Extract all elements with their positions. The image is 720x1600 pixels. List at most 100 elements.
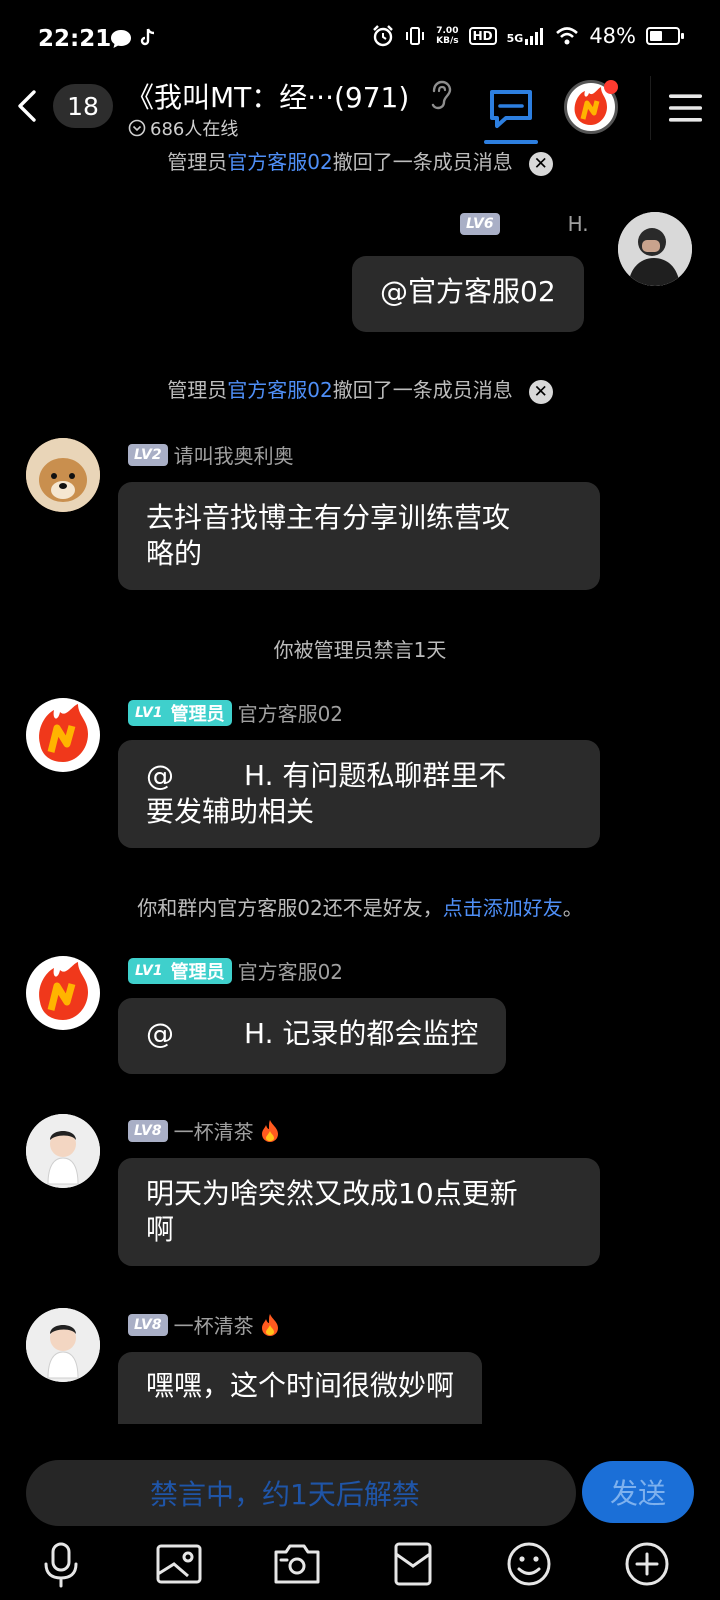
message-meta: LV1 管理员 官方客服02 xyxy=(128,698,343,727)
level-badge: LV2 xyxy=(128,443,168,466)
system-message-recall-2: 管理员官方客服02撤回了一条成员消息 ✕ xyxy=(0,374,720,404)
message-text-line: 啊 xyxy=(146,1213,175,1246)
admin-role-tag: LV1 管理员 xyxy=(128,699,232,726)
active-tab-indicator xyxy=(484,140,538,144)
level-badge: LV6 xyxy=(460,213,500,235)
sender-name[interactable]: 官方客服02 xyxy=(238,956,343,985)
microphone-icon[interactable] xyxy=(36,1540,86,1588)
system-message-friend: 你和群内官方客服02还不是好友，点击添加好友。 xyxy=(0,892,720,921)
n-flame-logo-icon xyxy=(39,704,88,762)
sender-name[interactable]: 官方客服02 xyxy=(238,698,343,727)
avatar-photo-icon xyxy=(618,212,692,286)
alarm-icon xyxy=(373,25,393,47)
message-bubble[interactable]: @ H. 记录的都会监控 xyxy=(118,998,507,1074)
sys-prefix: 管理员 xyxy=(167,378,228,402)
ear-icon[interactable] xyxy=(430,80,452,110)
fire-icon xyxy=(261,1119,278,1142)
message-bubble[interactable]: @ H. 有问题私聊群里不 要发辅助相关 xyxy=(118,740,600,848)
red-envelope-icon[interactable] xyxy=(388,1540,438,1588)
message-bubble[interactable]: 去抖音找博主有分享训练营攻 略的 xyxy=(118,482,600,590)
sender-name[interactable]: 一杯清茶 xyxy=(174,1310,254,1339)
add-friend-link[interactable]: 点击添加好友 xyxy=(443,896,563,920)
system-message-mute: 你被管理员禁言1天 xyxy=(273,638,447,662)
sender-avatar[interactable] xyxy=(26,1114,100,1188)
message-notification-icon xyxy=(111,30,131,48)
muted-input-field[interactable]: 禁言中，约1天后解禁 xyxy=(26,1460,576,1526)
bottom-toolbar xyxy=(0,1540,720,1600)
system-message-recall-1: 管理员官方客服02撤回了一条成员消息 ✕ xyxy=(0,146,720,176)
message-text-line: @ H. 有问题私聊群里不 xyxy=(146,758,572,794)
online-count-row[interactable]: 686人在线 xyxy=(128,115,238,141)
chat-tab[interactable] xyxy=(484,82,538,144)
message-text-line: 要发辅助相关 xyxy=(146,795,315,828)
chat-header: 18 《我叫MT：经···(971) 686人在线 xyxy=(0,70,720,150)
plus-icon[interactable] xyxy=(622,1540,672,1588)
network-type: 5G xyxy=(506,32,524,45)
unread-count-badge[interactable]: 18 xyxy=(53,84,113,128)
message-bubble[interactable]: 嘿嘿，这个时间很微妙啊 xyxy=(118,1352,483,1424)
role-label: 管理员 xyxy=(170,961,225,983)
message-text: H. 有问题私聊群里不 xyxy=(244,759,507,792)
close-icon[interactable]: ✕ xyxy=(528,151,553,176)
admin-name-link[interactable]: 官方客服02 xyxy=(227,150,332,174)
sys-suffix: 撤回了一条成员消息 xyxy=(332,378,513,402)
speed-unit: KB/s xyxy=(436,36,459,46)
message-text-line: 明天为啥突然又改成10点更新 xyxy=(146,1177,518,1210)
speed-value: 7.00 xyxy=(436,26,459,36)
sender-name[interactable]: 一杯清茶 xyxy=(174,1116,254,1145)
status-bar: 22:21 7.00 KB/s HD 5G 48% xyxy=(0,0,720,80)
admin-avatar[interactable] xyxy=(26,698,100,772)
sender-avatar[interactable] xyxy=(26,1308,100,1382)
level-badge: LV8 xyxy=(128,1313,168,1336)
sys-suffix: 撤回了一条成员消息 xyxy=(332,150,513,174)
cell-signal: 5G xyxy=(507,27,546,45)
message-meta: LV8 一杯清茶 xyxy=(128,1116,280,1145)
self-message-bubble[interactable]: @官方客服02 xyxy=(352,256,584,332)
image-icon[interactable] xyxy=(154,1540,204,1588)
sys-prefix: 管理员 xyxy=(167,150,228,174)
menu-button[interactable] xyxy=(650,76,720,140)
sys-end: 。 xyxy=(562,896,583,920)
dog-avatar-icon xyxy=(26,438,100,512)
self-avatar[interactable] xyxy=(618,212,692,286)
cartoon-boy-avatar-icon xyxy=(26,1308,100,1382)
fire-icon xyxy=(261,1313,278,1336)
sender-name[interactable]: 请叫我奥利奥 xyxy=(174,440,294,469)
sys-text: 你和群内官方客服02还不是好友， xyxy=(137,896,443,920)
message-text-line: 略的 xyxy=(146,537,203,570)
notification-dot xyxy=(604,80,618,94)
message-meta: LV2 请叫我奥利奥 xyxy=(128,440,294,469)
message-text-line: 去抖音找博主有分享训练营攻 xyxy=(146,501,511,534)
chevron-down-circle-icon xyxy=(128,119,146,137)
message-bubble[interactable]: 明天为啥突然又改成10点更新 啊 xyxy=(118,1158,600,1266)
mention-symbol: @ xyxy=(146,1017,174,1050)
level-label: LV1 xyxy=(135,704,163,721)
message-meta: LV8 一杯清茶 xyxy=(128,1310,280,1339)
wifi-icon xyxy=(556,27,579,45)
self-message-meta: LV6 H. xyxy=(460,212,589,236)
group-title[interactable]: 《我叫MT：经···(971) xyxy=(126,76,409,116)
battery-icon xyxy=(646,27,684,45)
level-badge: LV8 xyxy=(128,1119,168,1142)
admin-name-link[interactable]: 官方客服02 xyxy=(227,378,332,402)
camera-icon[interactable] xyxy=(272,1540,322,1588)
online-count: 686人在线 xyxy=(150,119,239,140)
close-icon[interactable]: ✕ xyxy=(528,379,553,404)
n-flame-logo-icon xyxy=(39,962,88,1020)
level-label: LV1 xyxy=(135,962,163,979)
chat-bubble-icon xyxy=(490,90,532,128)
mention-symbol: @ xyxy=(146,759,174,792)
emoji-icon[interactable] xyxy=(504,1540,554,1588)
back-button[interactable] xyxy=(8,84,48,128)
message-text: H. 记录的都会监控 xyxy=(244,1017,479,1050)
status-time: 22:21 xyxy=(38,26,112,52)
message-meta: LV1 管理员 官方客服02 xyxy=(128,956,343,985)
role-label: 管理员 xyxy=(170,703,225,725)
sender-avatar[interactable] xyxy=(26,438,100,512)
signal-bars-icon xyxy=(525,28,544,45)
admin-avatar[interactable] xyxy=(26,956,100,1030)
send-button[interactable]: 发送 xyxy=(582,1461,694,1523)
sender-name[interactable]: H. xyxy=(568,212,589,236)
hd-badge: HD xyxy=(468,27,497,45)
cartoon-boy-avatar-icon xyxy=(26,1114,100,1188)
